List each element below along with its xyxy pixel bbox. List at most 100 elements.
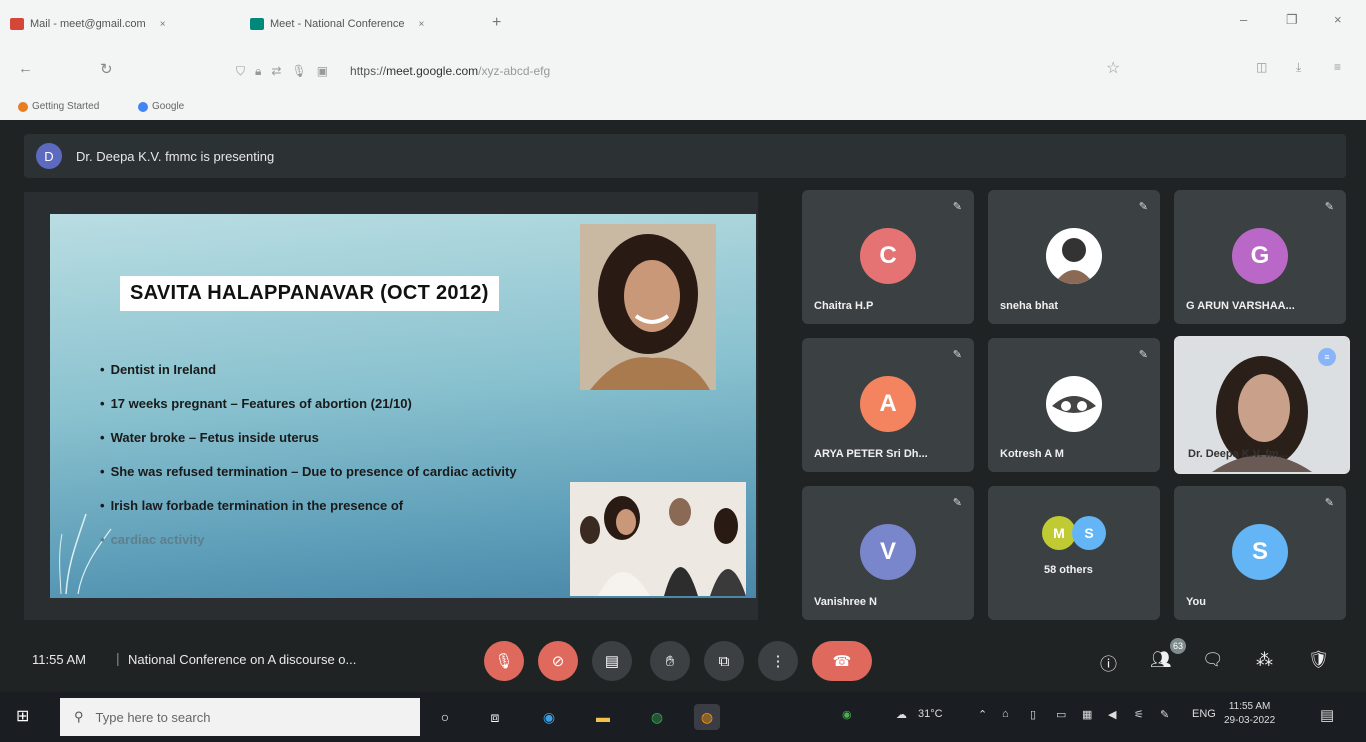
file-explorer-icon[interactable]: ▬ bbox=[590, 704, 616, 730]
slide-bullet: cardiac activity bbox=[100, 522, 517, 556]
security-icon[interactable]: ◉ bbox=[842, 708, 852, 721]
present-button[interactable]: ⧉ bbox=[704, 641, 744, 681]
phone-icon[interactable]: ▯ bbox=[1030, 708, 1036, 721]
speaking-indicator-icon: ≡ bbox=[1318, 348, 1336, 366]
permissions-icon[interactable]: ⇄ bbox=[271, 64, 281, 78]
language-indicator[interactable]: ENG bbox=[1192, 708, 1216, 720]
pocket-icon[interactable]: ◫ bbox=[1256, 60, 1267, 74]
edge-icon[interactable]: ◉ bbox=[536, 704, 562, 730]
mic-off-icon: ✎ bbox=[952, 497, 962, 509]
hand-icon: ✋︎ bbox=[665, 652, 675, 670]
camera-icon[interactable]: ▣ bbox=[317, 64, 328, 78]
participant-tile[interactable]: ✎ G G ARUN VARSHAA... bbox=[1174, 190, 1346, 324]
reload-button[interactable]: ↻ bbox=[100, 60, 113, 78]
mic-off-icon: ✎ bbox=[952, 201, 962, 213]
raise-hand-button[interactable]: ✋︎ bbox=[650, 641, 690, 681]
taskbar-search-box[interactable]: ⚲ Type here to search bbox=[60, 698, 420, 736]
url-text: https://meet.google.com/xyz-abcd-efg bbox=[350, 64, 550, 78]
activities-icon[interactable]: ⁂ bbox=[1256, 650, 1273, 670]
new-tab-button[interactable]: + bbox=[492, 14, 501, 32]
others-tile[interactable]: M S 58 others bbox=[988, 486, 1160, 620]
bookmark-label: Google bbox=[152, 101, 185, 112]
taskbar-clock[interactable]: 11:55 AM 29-03-2022 bbox=[1224, 700, 1275, 728]
shield-icon: ⛉ bbox=[236, 63, 246, 78]
bookmark-google[interactable]: Google bbox=[138, 101, 184, 112]
close-window-button[interactable]: × bbox=[1334, 12, 1342, 27]
participant-grid: ✎ C Chaitra H.P ✎ sneha bhat ✎ G G ARUN … bbox=[802, 190, 1350, 624]
avatar: C bbox=[860, 228, 916, 284]
back-button[interactable]: ← bbox=[18, 60, 33, 77]
chat-icon[interactable]: 🗨︎ bbox=[1202, 650, 1224, 670]
participant-name: G ARUN VARSHAA... bbox=[1186, 300, 1295, 312]
menu-icon[interactable]: ≡ bbox=[1334, 60, 1341, 74]
tab-label: Mail - meet@gmail.com bbox=[30, 18, 146, 30]
close-tab-icon[interactable]: × bbox=[160, 19, 166, 30]
restore-button[interactable]: ❐ bbox=[1286, 12, 1298, 28]
portrait-photo bbox=[580, 224, 716, 390]
battery-icon[interactable]: ▭ bbox=[1056, 708, 1066, 721]
usb-icon[interactable]: ⌂ bbox=[1002, 708, 1009, 720]
end-call-button[interactable]: ☎︎ bbox=[812, 641, 872, 681]
minimize-button[interactable]: – bbox=[1240, 12, 1247, 27]
slide-bullet-list: Dentist in Ireland 17 weeks pregnant – F… bbox=[100, 352, 517, 556]
notification-icon[interactable]: ▤ bbox=[1320, 706, 1334, 724]
display-icon[interactable]: ▦ bbox=[1082, 708, 1092, 721]
meeting-title: National Conference on A discourse o... bbox=[128, 652, 357, 667]
bookmark-star-icon[interactable]: ☆ bbox=[1106, 58, 1120, 78]
avatar: D bbox=[36, 143, 62, 169]
url-prefix: https:// bbox=[350, 64, 387, 78]
task-view-icon[interactable]: ⧈ bbox=[482, 704, 508, 730]
captions-button[interactable]: ▤ bbox=[592, 641, 632, 681]
gmail-icon bbox=[10, 18, 24, 30]
host-controls-icon[interactable]: 🛡︎ bbox=[1308, 650, 1330, 670]
close-tab-icon[interactable]: × bbox=[419, 19, 425, 30]
participant-tile-video[interactable]: ≡ Dr. Deepa K.V. fm... bbox=[1174, 336, 1350, 474]
firefox-icon[interactable]: ◍ bbox=[694, 704, 720, 730]
people-count-badge: 63 bbox=[1170, 638, 1186, 654]
chrome-icon[interactable]: ◍ bbox=[644, 704, 670, 730]
presenting-banner: D Dr. Deepa K.V. fmmc is presenting bbox=[24, 134, 1346, 178]
windows-start-icon[interactable]: ⊞ bbox=[16, 706, 40, 728]
info-icon[interactable]: ⓘ bbox=[1100, 650, 1117, 675]
more-vert-icon: ⋮ bbox=[770, 653, 786, 670]
mic-off-icon: ✎ bbox=[1324, 201, 1334, 213]
weather-text: 31°C bbox=[918, 708, 943, 720]
mic-toggle-button[interactable]: 🎙︎ bbox=[484, 641, 524, 681]
network-icon[interactable]: ⚟ bbox=[1134, 708, 1144, 721]
url-path: /xyz-abcd-efg bbox=[478, 64, 551, 78]
chevron-up-icon[interactable]: ⌃ bbox=[978, 708, 987, 721]
participant-tile-self[interactable]: ✎ S You bbox=[1174, 486, 1346, 620]
more-options-button[interactable]: ⋮ bbox=[758, 641, 798, 681]
participant-name: sneha bhat bbox=[1000, 300, 1059, 312]
slide-bullet: She was refused termination – Due to pre… bbox=[100, 454, 517, 488]
address-bar[interactable]: ⛉ 🔒︎ ⇄ 🎙︎ ▣ https://meet.google.com/xyz-… bbox=[236, 60, 936, 82]
camera-toggle-button[interactable]: ⊘ bbox=[538, 641, 578, 681]
others-count-label: 58 others bbox=[1044, 564, 1093, 576]
cortana-icon[interactable]: ○ bbox=[432, 704, 458, 730]
firefox-icon bbox=[18, 101, 28, 112]
browser-tab-mail[interactable]: Mail - meet@gmail.com × bbox=[10, 12, 230, 36]
participant-tile[interactable]: ✎ A ARYA PETER Sri Dh... bbox=[802, 338, 974, 472]
microphone-icon[interactable]: 🎙︎ bbox=[291, 64, 306, 78]
slide-bullet: Irish law forbade termination in the pre… bbox=[100, 488, 517, 522]
people-icon[interactable]: 👥︎ bbox=[1150, 650, 1172, 670]
participant-tile[interactable]: ✎ Kotresh A M bbox=[988, 338, 1160, 472]
slide-bullet: Dentist in Ireland bbox=[100, 352, 517, 386]
meet-icon bbox=[250, 18, 264, 30]
participant-tile[interactable]: ✎ C Chaitra H.P bbox=[802, 190, 974, 324]
search-placeholder: Type here to search bbox=[95, 709, 211, 725]
cloud-icon[interactable]: ☁︎ bbox=[896, 708, 907, 721]
meeting-time: 11:55 AM bbox=[32, 652, 86, 667]
browser-tab-meet[interactable]: Meet - National Conference × bbox=[250, 12, 470, 36]
participant-name: Dr. Deepa K.V. fm... bbox=[1188, 448, 1288, 460]
volume-icon[interactable]: ◀︎ bbox=[1108, 708, 1116, 721]
pen-icon[interactable]: ✎ bbox=[1160, 708, 1169, 721]
bookmarks-bar: Getting Started Google bbox=[0, 96, 1366, 120]
present-screen-icon: ⧉ bbox=[718, 652, 730, 670]
avatar: S bbox=[1232, 524, 1288, 580]
participant-name: Kotresh A M bbox=[1000, 448, 1064, 460]
downloads-icon[interactable]: ⤓ bbox=[1296, 60, 1301, 75]
participant-tile[interactable]: ✎ V Vanishree N bbox=[802, 486, 974, 620]
bookmark-getting-started[interactable]: Getting Started bbox=[18, 101, 99, 112]
participant-tile[interactable]: ✎ sneha bhat bbox=[988, 190, 1160, 324]
